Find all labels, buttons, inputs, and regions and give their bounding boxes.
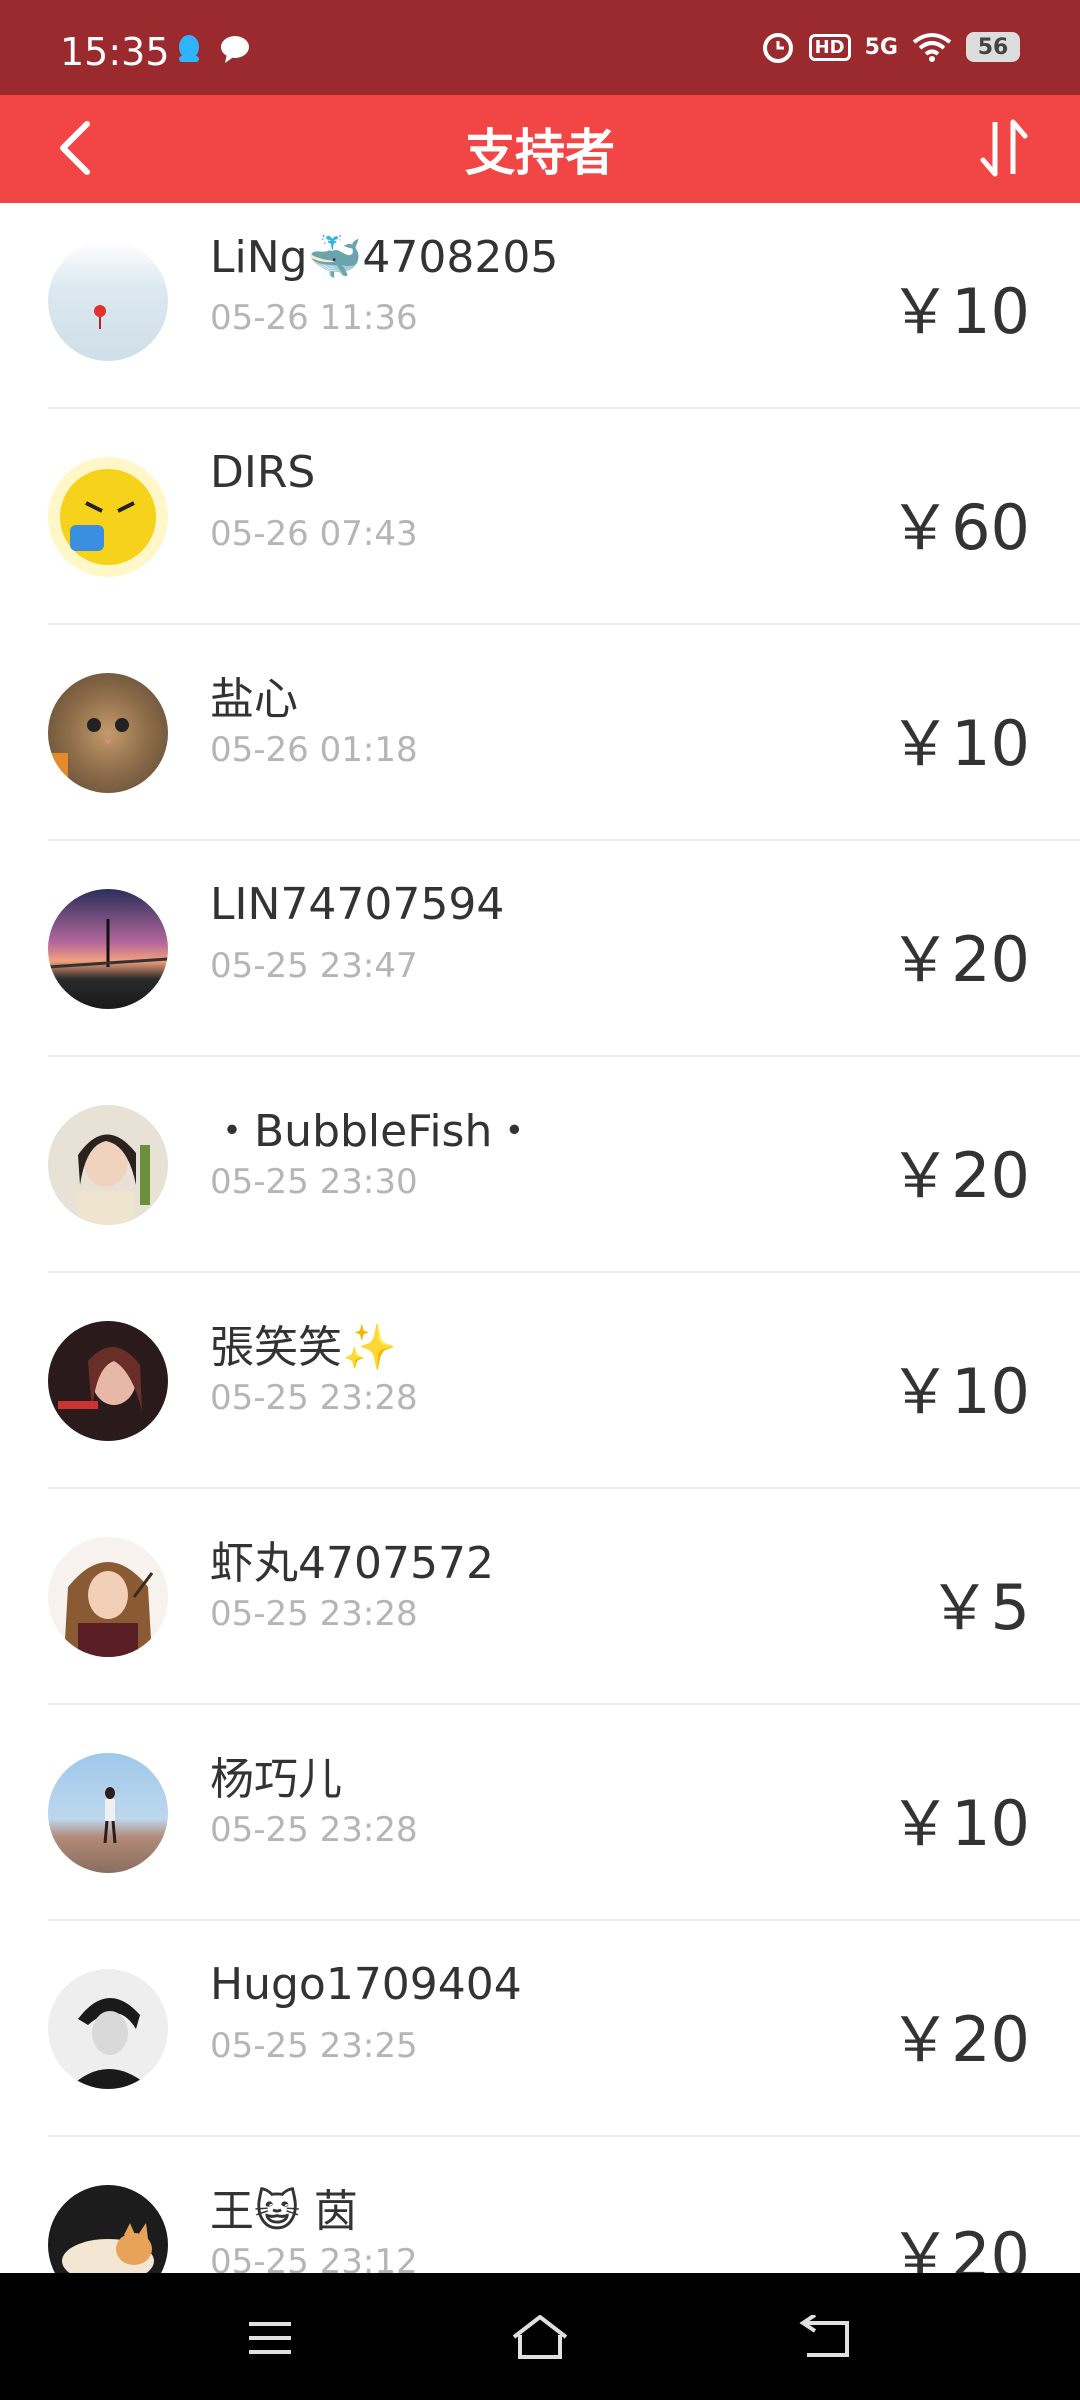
supporter-name: 盐心 bbox=[210, 674, 298, 725]
sort-button[interactable] bbox=[970, 113, 1040, 183]
avatar bbox=[48, 1537, 168, 1657]
supporter-list[interactable]: LiNg🐳4708205 05-26 11:36 ￥10 DIRS 05-26 … bbox=[0, 203, 1080, 2273]
avatar bbox=[48, 1969, 168, 2089]
battery-indicator: 56 bbox=[966, 32, 1020, 62]
support-amount: ￥10 bbox=[889, 1355, 1030, 1428]
alarm-icon bbox=[762, 33, 793, 63]
chevron-left-icon bbox=[60, 121, 90, 175]
hd-badge: HD bbox=[808, 33, 851, 61]
list-item[interactable]: 杨巧儿 05-25 23:28 ￥10 bbox=[0, 1705, 1080, 1921]
supporter-name: DIRS bbox=[210, 447, 316, 498]
list-item[interactable]: 虾丸4707572 05-25 23:28 ￥5 bbox=[0, 1489, 1080, 1705]
network-label: 5G bbox=[864, 34, 898, 60]
app-header: 支持者 bbox=[0, 95, 1080, 203]
support-time: 05-25 23:47 bbox=[210, 946, 418, 986]
sort-icon bbox=[980, 119, 1028, 177]
list-item[interactable]: 盐心 05-26 01:18 ￥10 bbox=[0, 625, 1080, 841]
wifi-icon bbox=[912, 33, 952, 62]
supporter-name: LIN74707594 bbox=[210, 879, 505, 930]
support-time: 05-25 23:28 bbox=[210, 1378, 418, 1418]
avatar bbox=[48, 1321, 168, 1441]
support-amount: ￥60 bbox=[889, 491, 1030, 564]
list-item[interactable]: 王😺 茵 05-25 23:12 ￥20 bbox=[0, 2137, 1080, 2273]
back-button[interactable] bbox=[40, 113, 110, 183]
list-item[interactable]: LIN74707594 05-25 23:47 ￥20 bbox=[0, 841, 1080, 1057]
support-amount: ￥10 bbox=[889, 275, 1030, 348]
list-item[interactable]: 張笑笑✨ 05-25 23:28 ￥10 bbox=[0, 1273, 1080, 1489]
support-amount: ￥10 bbox=[889, 707, 1030, 780]
support-time: 05-25 23:25 bbox=[210, 2026, 418, 2066]
supporter-name: 杨巧儿 bbox=[210, 1754, 342, 1805]
qq-icon bbox=[179, 35, 199, 62]
support-amount: ￥20 bbox=[889, 2219, 1030, 2273]
support-amount: ￥20 bbox=[889, 923, 1030, 996]
avatar bbox=[48, 1753, 168, 1873]
supporter-name: 張笑笑✨ bbox=[210, 1322, 397, 1373]
supporter-name: ・BubbleFish・ bbox=[210, 1106, 537, 1157]
avatar bbox=[48, 2185, 168, 2273]
home-icon bbox=[512, 2315, 568, 2359]
support-time: 05-26 07:43 bbox=[210, 514, 418, 554]
support-time: 05-25 23:28 bbox=[210, 1594, 418, 1634]
list-item[interactable]: ・BubbleFish・ 05-25 23:30 ￥20 bbox=[0, 1057, 1080, 1273]
list-item[interactable]: Hugo1709404 05-25 23:25 ￥20 bbox=[0, 1921, 1080, 2137]
support-time: 05-25 23:30 bbox=[210, 1162, 418, 1202]
chat-icon bbox=[221, 36, 249, 63]
support-time: 05-26 11:36 bbox=[210, 298, 418, 338]
supporter-name: 虾丸4707572 bbox=[210, 1538, 494, 1589]
support-amount: ￥20 bbox=[889, 1139, 1030, 1212]
list-item[interactable]: LiNg🐳4708205 05-26 11:36 ￥10 bbox=[0, 203, 1080, 409]
menu-icon bbox=[249, 2322, 291, 2354]
status-time: 15:35 bbox=[60, 30, 170, 74]
support-time: 05-25 23:12 bbox=[210, 2242, 418, 2273]
support-amount: ￥10 bbox=[889, 1787, 1030, 1860]
support-amount: ￥5 bbox=[928, 1571, 1030, 1644]
supporter-name: 王😺 茵 bbox=[210, 2186, 358, 2237]
menu-button[interactable] bbox=[235, 2303, 305, 2373]
status-right: HD 5G 56 bbox=[761, 30, 1020, 64]
support-time: 05-25 23:28 bbox=[210, 1810, 418, 1850]
back-nav-button[interactable] bbox=[790, 2303, 860, 2373]
return-icon bbox=[799, 2315, 849, 2357]
avatar bbox=[48, 241, 168, 361]
list-item[interactable]: DIRS 05-26 07:43 ￥60 bbox=[0, 409, 1080, 625]
avatar bbox=[48, 673, 168, 793]
support-time: 05-26 01:18 bbox=[210, 730, 418, 770]
home-button[interactable] bbox=[505, 2303, 575, 2373]
page-title: 支持者 bbox=[465, 124, 615, 182]
status-bar: 15:35 HD 5G 56 bbox=[0, 0, 1080, 95]
avatar bbox=[48, 1105, 168, 1225]
support-amount: ￥20 bbox=[889, 2003, 1030, 2076]
system-nav-bar bbox=[0, 2273, 1080, 2400]
notification-icons bbox=[175, 34, 251, 64]
avatar bbox=[48, 889, 168, 1009]
avatar bbox=[48, 457, 168, 577]
supporter-name: LiNg🐳4708205 bbox=[210, 232, 559, 283]
supporter-name: Hugo1709404 bbox=[210, 1959, 522, 2010]
